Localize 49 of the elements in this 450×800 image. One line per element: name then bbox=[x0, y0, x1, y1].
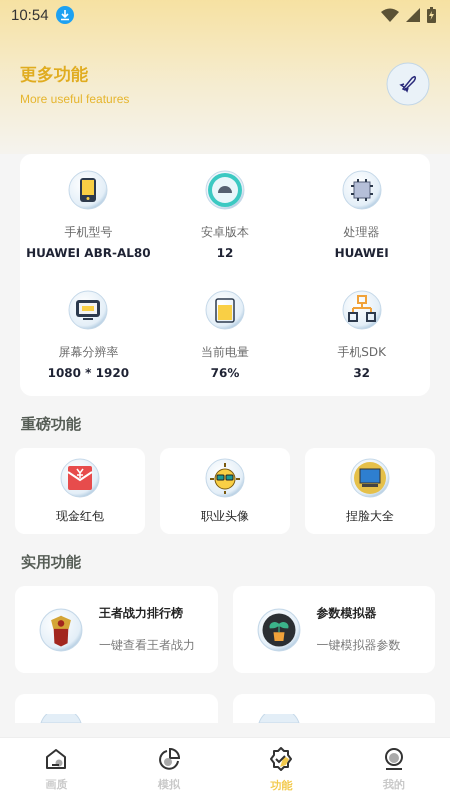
tool-card[interactable] bbox=[232, 694, 435, 723]
info-value: 12 bbox=[216, 246, 234, 260]
battery-icon bbox=[204, 290, 245, 330]
tool-card[interactable]: 王者战力排行榜 一键查看王者战力 bbox=[15, 586, 218, 673]
info-label: 手机SDK bbox=[337, 344, 386, 361]
sun-sunglasses-icon bbox=[205, 458, 245, 498]
wifi-icon bbox=[381, 8, 399, 22]
section-title: 重磅功能 bbox=[20, 414, 82, 435]
tool-subtitle: 一键查看王者战力 bbox=[99, 637, 195, 654]
page-subtitle: More useful features bbox=[20, 92, 130, 106]
info-value: HUAWEI bbox=[334, 246, 389, 260]
network-icon bbox=[342, 290, 382, 330]
info-value: 32 bbox=[353, 366, 370, 380]
potted-plant-icon bbox=[256, 608, 300, 652]
info-value: 76% bbox=[210, 366, 240, 380]
tool-subtitle: 一键模拟器参数 bbox=[316, 637, 400, 654]
status-time: 10:54 bbox=[11, 6, 49, 24]
chip-icon bbox=[342, 170, 382, 210]
computer-icon bbox=[350, 458, 390, 498]
tool-card[interactable]: 参数模拟器 一键模拟器参数 bbox=[232, 586, 435, 673]
rocket-button[interactable] bbox=[386, 62, 430, 106]
monitor-icon bbox=[68, 290, 108, 330]
info-label: 屏幕分辨率 bbox=[58, 344, 118, 361]
info-label: 当前电量 bbox=[200, 344, 249, 361]
battery-charging-icon bbox=[427, 7, 436, 23]
info-label: 手机型号 bbox=[64, 224, 112, 241]
tool-card[interactable] bbox=[15, 694, 218, 723]
android-icon bbox=[204, 170, 245, 210]
feature-card[interactable]: 现金红包 bbox=[15, 448, 145, 534]
phone-icon bbox=[68, 170, 108, 210]
signal-icon bbox=[406, 8, 420, 22]
download-icon bbox=[56, 6, 74, 24]
envelope-icon bbox=[60, 458, 100, 498]
home-icon bbox=[44, 746, 68, 770]
page-title: 更多功能 bbox=[20, 64, 89, 86]
info-value: 1080 * 1920 bbox=[48, 366, 130, 380]
pie-chart-icon bbox=[156, 746, 181, 770]
check-badge-icon bbox=[268, 746, 294, 772]
feature-card[interactable]: 捏脸大全 bbox=[305, 448, 435, 534]
emblem-icon bbox=[39, 608, 83, 652]
feature-card[interactable]: 职业头像 bbox=[160, 448, 290, 534]
feature-icon bbox=[39, 714, 83, 723]
tool-title: 王者战力排行榜 bbox=[99, 605, 184, 622]
info-label: 安卓版本 bbox=[200, 224, 249, 241]
feature-icon bbox=[256, 714, 300, 723]
section-title: 实用功能 bbox=[20, 552, 82, 573]
tool-title: 参数模拟器 bbox=[316, 605, 378, 622]
info-value: HUAWEI ABR-AL80 bbox=[26, 246, 151, 260]
info-label: 处理器 bbox=[344, 224, 380, 241]
